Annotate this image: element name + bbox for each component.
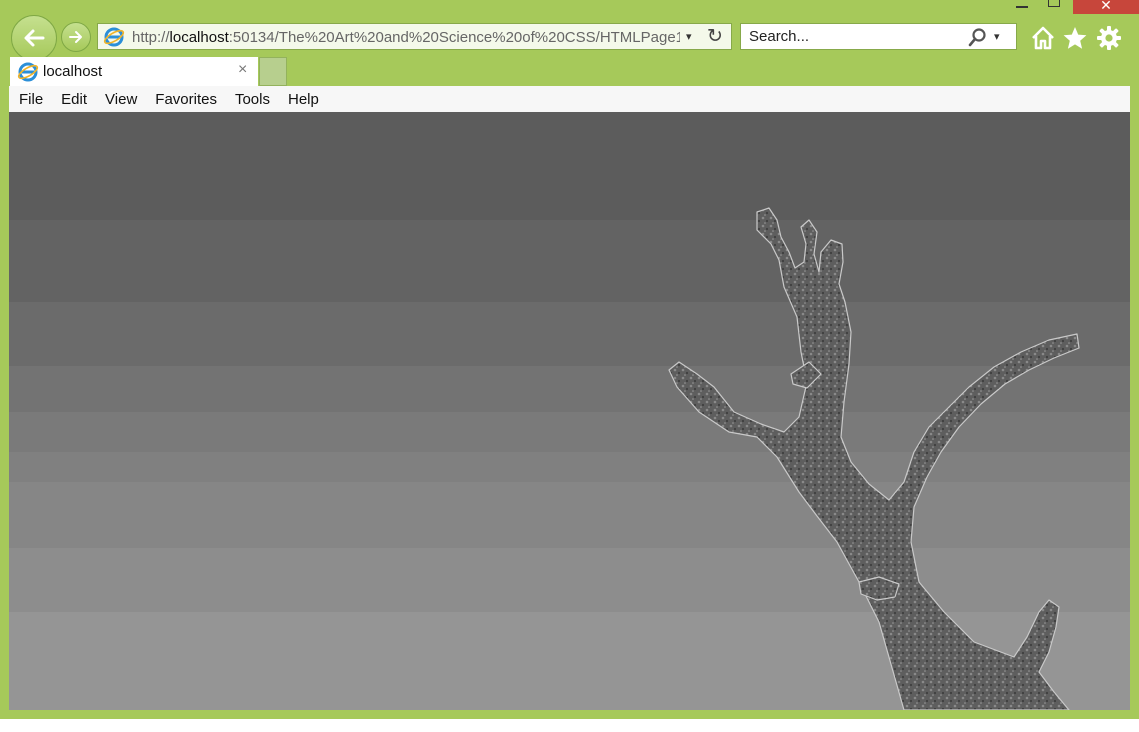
favorites-star-icon[interactable] — [1062, 25, 1088, 51]
address-url[interactable]: http://localhost:50134/The%20Art%20and%2… — [132, 29, 680, 46]
address-bar[interactable]: http://localhost:50134/The%20Art%20and%2… — [97, 23, 732, 50]
close-icon: ✕ — [1100, 0, 1112, 13]
menu-edit[interactable]: Edit — [53, 91, 95, 108]
back-arrow-icon — [24, 29, 45, 47]
home-icon[interactable] — [1030, 25, 1056, 51]
forward-button[interactable] — [61, 22, 91, 52]
maximize-button[interactable] — [1040, 0, 1068, 14]
back-button[interactable] — [11, 15, 57, 61]
tab-localhost[interactable]: localhost × — [10, 57, 258, 86]
tab-close-icon[interactable]: × — [238, 61, 247, 79]
settings-gear-icon[interactable] — [1096, 25, 1122, 51]
menu-file[interactable]: File — [11, 91, 51, 108]
close-window-button[interactable]: ✕ — [1073, 0, 1139, 14]
ie-logo-icon — [103, 27, 125, 47]
menu-help[interactable]: Help — [280, 91, 327, 108]
tab-title: localhost — [43, 63, 103, 80]
minimize-button[interactable] — [1008, 0, 1036, 14]
search-input[interactable] — [741, 24, 969, 49]
forward-arrow-icon — [69, 31, 82, 43]
address-dropdown-icon[interactable]: ▾ — [686, 30, 692, 43]
menu-view[interactable]: View — [97, 91, 145, 108]
ie-tab-icon — [17, 62, 39, 82]
menu-bar: File Edit View Favorites Tools Help — [9, 86, 1130, 112]
dead-tree-image — [668, 207, 1080, 710]
url-host: localhost — [169, 29, 229, 46]
search-dropdown-icon[interactable]: ▾ — [994, 30, 1000, 43]
menu-favorites[interactable]: Favorites — [147, 91, 225, 108]
page-content — [9, 112, 1130, 710]
url-path: :50134/The%20Art%20and%20Science%20of%20… — [228, 29, 680, 46]
new-tab-button[interactable] — [259, 57, 287, 86]
search-box[interactable]: ▾ — [740, 23, 1017, 50]
menu-tools[interactable]: Tools — [227, 91, 278, 108]
url-scheme: http:// — [132, 29, 170, 46]
refresh-icon[interactable]: ↻ — [707, 25, 723, 48]
search-icon[interactable] — [967, 27, 989, 47]
